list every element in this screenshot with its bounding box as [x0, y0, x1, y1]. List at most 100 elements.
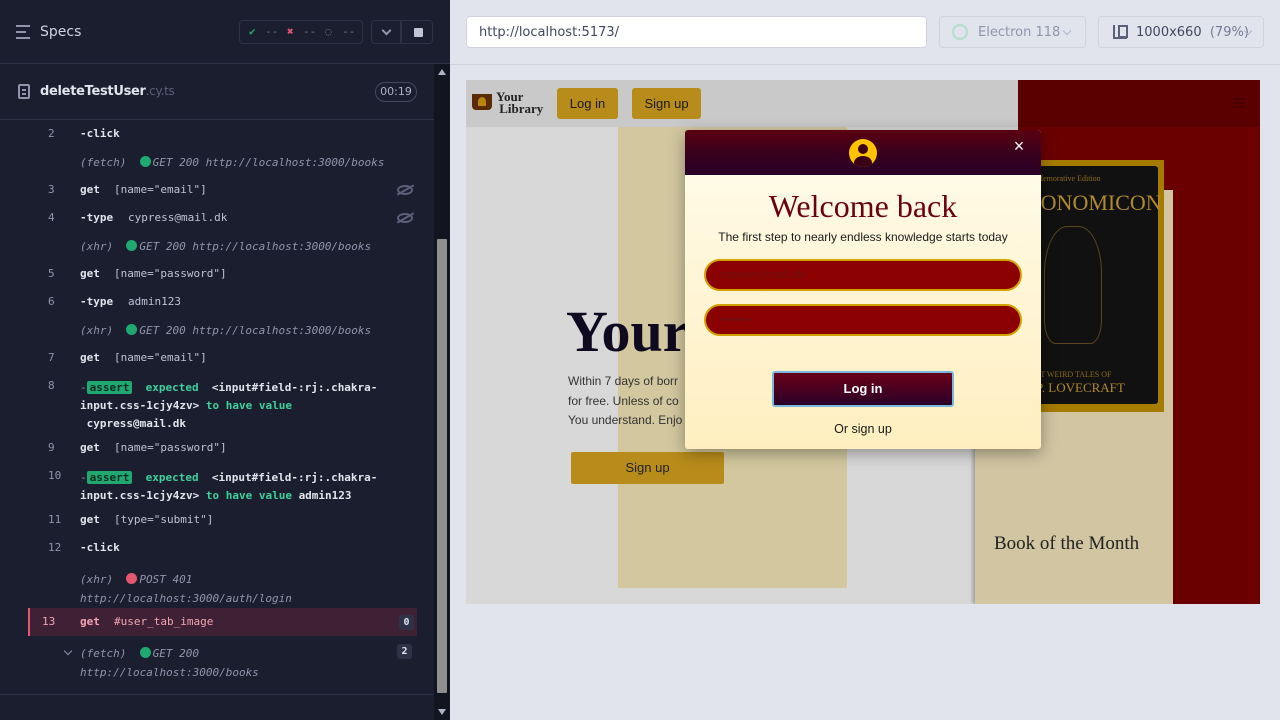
request-row[interactable]: (fetch) GET 200 http://localhost:3000/bo…: [30, 148, 417, 176]
command-number: 12: [48, 541, 62, 554]
request-line: (xhr) GET 200 http://localhost:3000/book…: [80, 324, 372, 337]
failing-command-row[interactable]: 13 get #user_tab_image 0: [28, 608, 417, 636]
command-row[interactable]: 7 get [name="email"]: [30, 344, 417, 372]
failed-count: --: [303, 25, 317, 38]
assert-badge: assert: [86, 471, 133, 484]
app-logo[interactable]: Your Library: [496, 90, 543, 115]
status-dot-icon: [126, 573, 138, 584]
modal-title: Welcome back: [768, 188, 958, 224]
specs-menu-icon[interactable]: [16, 25, 32, 39]
book-illustration: [1044, 226, 1102, 344]
password-field[interactable]: ••••••••: [704, 304, 1022, 336]
hidden-eye-icon: [397, 213, 413, 223]
chevron-down-icon[interactable]: [63, 646, 73, 656]
command-number: 5: [48, 267, 55, 280]
hamburger-menu-icon[interactable]: [1233, 98, 1245, 100]
request-row[interactable]: (fetch) GET 200 http://localhost:3000/boo…: [30, 638, 417, 682]
browser-selector[interactable]: Electron 118: [939, 16, 1086, 48]
command-row[interactable]: 3 get [name="email"]: [30, 176, 417, 204]
book-edition-text: Memorative Edition: [1036, 174, 1101, 183]
command-log-scrollbar[interactable]: [434, 64, 450, 720]
app-under-test-panel: http://localhost:5173/ Electron 118 1000…: [450, 0, 1280, 720]
stop-icon: [414, 28, 423, 37]
command-name: get: [80, 351, 100, 364]
command-number: 3: [48, 183, 55, 196]
request-row[interactable]: (xhr) POST 401 http://localhost:3000/auth…: [30, 564, 417, 606]
specs-label[interactable]: Specs: [40, 24, 81, 40]
passed-icon: ✔: [249, 25, 256, 38]
divider: [450, 64, 1280, 65]
failed-icon: ✖: [287, 25, 294, 38]
scroll-down-icon[interactable]: [438, 709, 446, 715]
command-row[interactable]: 5 get [name="password"]: [30, 260, 417, 288]
toggle-auto-scroll-button[interactable]: [371, 20, 401, 44]
close-icon[interactable]: ×: [1012, 137, 1026, 155]
command-message: [type="submit"]: [114, 513, 214, 526]
file-icon: [18, 84, 30, 99]
command-row[interactable]: 6 -type admin123: [30, 288, 417, 316]
nav-red-area: [1018, 80, 1260, 127]
command-message: [name="email"]: [114, 183, 207, 196]
status-dot-icon: [139, 156, 151, 167]
viewport-selector[interactable]: 1000x660 (79%): [1098, 16, 1264, 48]
user-avatar-icon: [849, 139, 877, 167]
scroll-thumb[interactable]: [437, 239, 447, 693]
book-title-text: RONOMICON: [1026, 190, 1162, 215]
spec-duration: 00:19: [375, 82, 417, 102]
command-log: 2 -click (fetch) GET 200 http://localhos…: [28, 120, 417, 684]
command-name: get: [80, 183, 100, 196]
command-row[interactable]: 9 get [name="password"]: [30, 434, 417, 462]
command-number: 2: [48, 127, 55, 140]
nav-signup-button[interactable]: Sign up: [632, 88, 701, 119]
chevron-down-icon: [381, 25, 392, 36]
divider: [0, 694, 434, 695]
command-number: 10: [48, 469, 62, 482]
book-of-month-label: Book of the Month: [994, 533, 1140, 554]
spec-file-name[interactable]: deleteTestUser.cy.ts: [40, 84, 175, 99]
command-name: get: [80, 513, 100, 526]
login-modal: × Welcome back The first step to nearly …: [685, 130, 1041, 449]
command-row[interactable]: 2 -click: [30, 120, 417, 148]
command-message: admin123: [128, 295, 181, 308]
request-row[interactable]: (xhr) GET 200 http://localhost:3000/book…: [30, 232, 417, 260]
command-name: get: [80, 615, 100, 628]
modal-tagline: The first step to nearly endless knowled…: [718, 230, 1008, 244]
command-name: -click: [80, 127, 120, 140]
pending-count: --: [342, 25, 356, 38]
hero-signup-button[interactable]: Sign up: [571, 452, 724, 484]
email-field[interactable]: cypress@mail.dk: [704, 259, 1022, 291]
request-row[interactable]: (xhr) GET 200 http://localhost:3000/book…: [30, 316, 417, 344]
nav-login-button[interactable]: Log in: [557, 88, 618, 119]
logo-icon: [472, 94, 492, 110]
request-line: (xhr) POST 401 http://localhost:3000/auth…: [80, 573, 292, 605]
specs-header: Specs ✔ -- ✖ -- ◌ --: [0, 0, 450, 64]
command-name: get: [80, 267, 100, 280]
chevron-down-icon: [1062, 26, 1072, 36]
url-bar[interactable]: http://localhost:5173/: [466, 16, 927, 48]
viewport-icon: [1113, 25, 1128, 39]
stop-button[interactable]: [401, 20, 433, 44]
app-viewport: Your Library Log in Sign up Your Within …: [466, 80, 1260, 604]
book-author-text: P. LOVECRAFT: [1036, 380, 1125, 395]
status-dot-icon: [126, 240, 138, 251]
command-row[interactable]: 4 -type cypress@mail.dk: [30, 204, 417, 232]
command-message: [name="password"]: [114, 441, 227, 454]
browser-label: Electron 118: [978, 25, 1061, 40]
command-number: 9: [48, 441, 55, 454]
or-signup-link[interactable]: Or sign up: [685, 422, 1041, 436]
pending-icon: ◌: [325, 25, 332, 38]
scroll-up-icon[interactable]: [438, 69, 446, 75]
command-row[interactable]: 11 get [type="submit"]: [30, 506, 417, 534]
command-row[interactable]: 12 -click: [30, 534, 417, 562]
assert-row[interactable]: 10 - assert expected <input#field-:rj:.ch…: [30, 462, 417, 504]
assert-message: - assert expected <input#field-:rj:.chakr…: [80, 381, 378, 430]
command-message: cypress@mail.dk: [128, 211, 228, 224]
command-number: 7: [48, 351, 55, 364]
element-count-badge: 0: [399, 615, 414, 630]
status-dot-icon: [126, 324, 138, 335]
command-name: -type: [80, 211, 114, 224]
request-line: (fetch) GET 200 http://localhost:3000/bo…: [80, 156, 385, 169]
status-dot-icon: [139, 647, 151, 658]
assert-row[interactable]: 8 - assert expected <input#field-:rj:.cha…: [30, 372, 417, 432]
login-button[interactable]: Log in: [772, 371, 954, 407]
